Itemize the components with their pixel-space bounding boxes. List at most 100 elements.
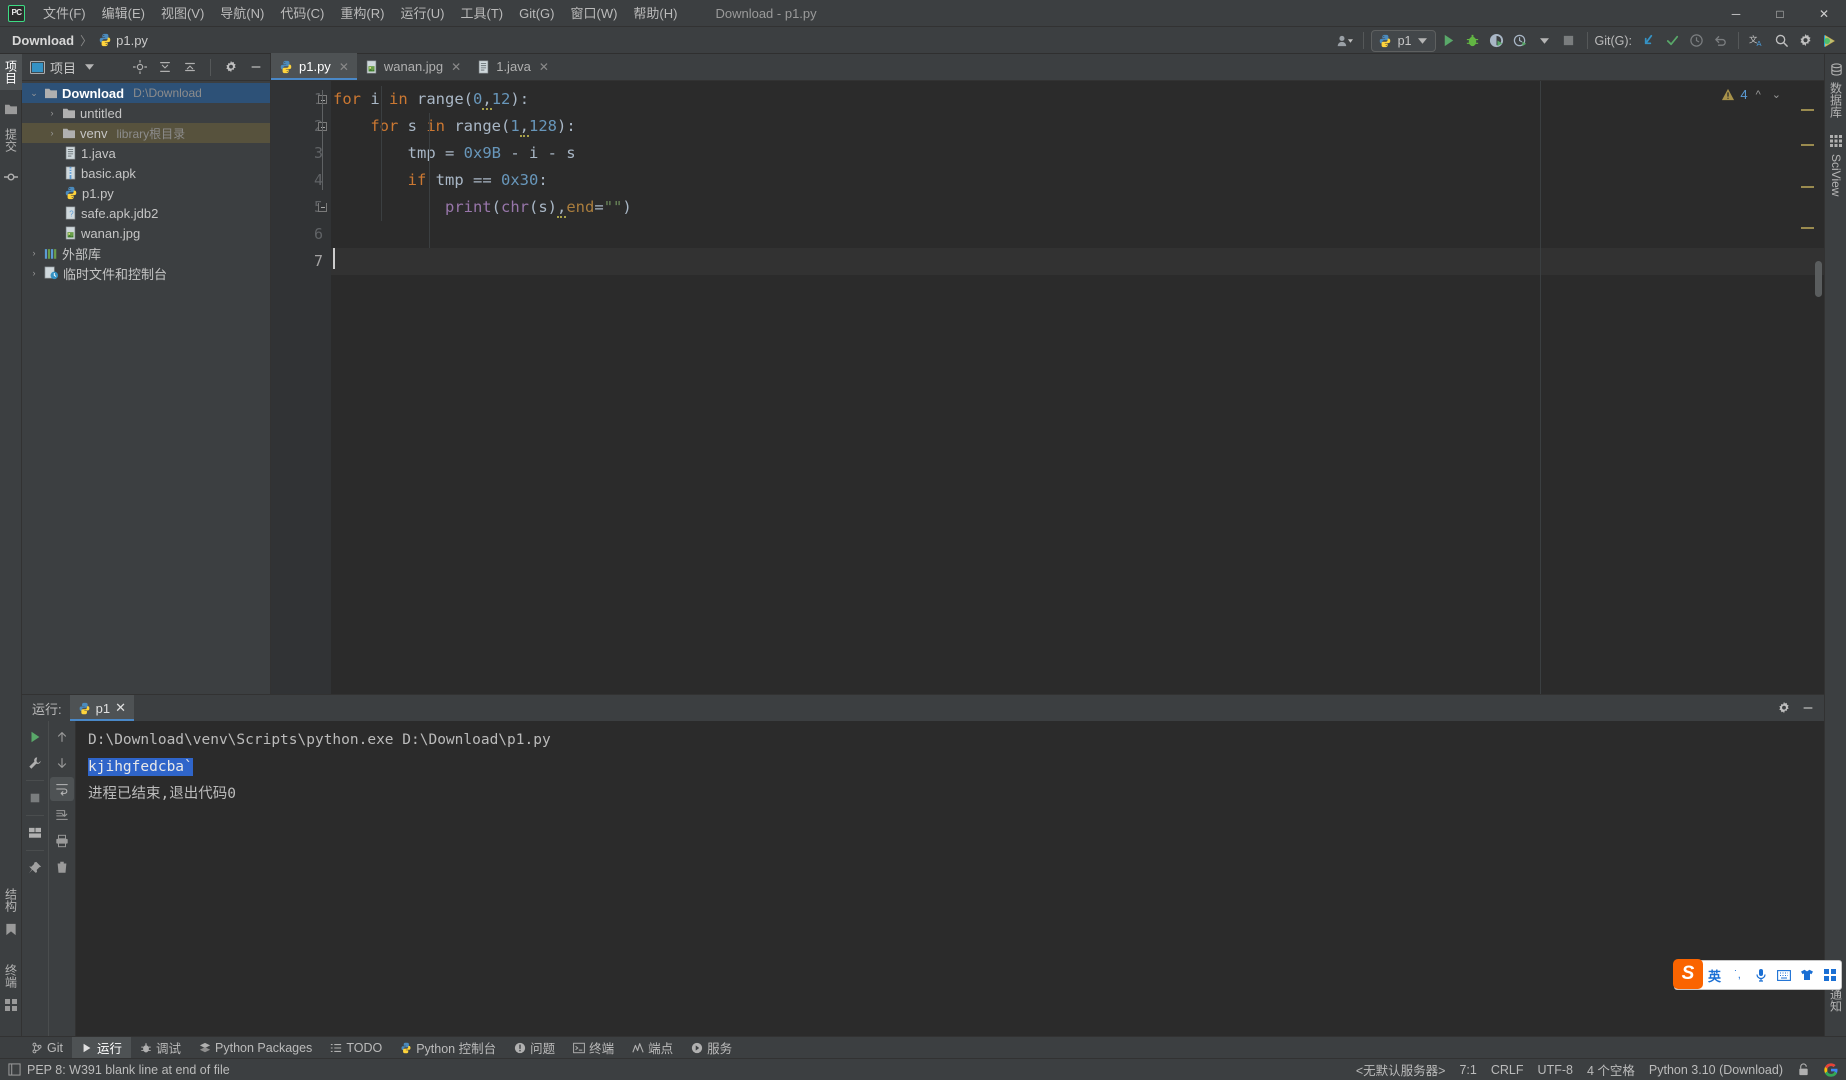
bottom-tab-services[interactable]: 服务	[682, 1037, 741, 1059]
code-line-1[interactable]: for i in range(0,12):	[331, 86, 1824, 113]
next-occurrence-button[interactable]	[50, 751, 74, 775]
chevron-right-icon[interactable]: ›	[28, 268, 40, 278]
chevron-right-icon[interactable]: ›	[46, 108, 58, 118]
tree-node-untitled[interactable]: › untitled	[22, 103, 270, 123]
run-button[interactable]	[1438, 30, 1460, 52]
console-selected-text[interactable]: kjihgfedcba`	[88, 758, 193, 776]
profile-dropdown-icon[interactable]	[1534, 30, 1556, 52]
editor-tab-p1py[interactable]: p1.py ✕	[271, 53, 357, 80]
sidebar-item-database[interactable]: 数据库	[1825, 76, 1846, 124]
run-tab-p1[interactable]: p1 ✕	[70, 695, 134, 721]
code-line-6[interactable]	[331, 221, 1824, 248]
print-button[interactable]	[50, 829, 74, 853]
mic-icon[interactable]	[1749, 961, 1772, 989]
breadcrumb-project[interactable]: Download	[12, 33, 74, 48]
settings-gear-icon[interactable]	[1794, 30, 1816, 52]
fold-end-icon[interactable]	[318, 203, 327, 212]
ime-language-toggle[interactable]: 英	[1703, 961, 1726, 989]
sogou-ime-bar[interactable]: S 英 ˙,	[1674, 960, 1842, 990]
sidebar-item-sciview[interactable]: SciView	[1825, 148, 1846, 202]
error-stripe-mark[interactable]	[1801, 227, 1814, 229]
editor-vertical-scrollbar[interactable]	[1815, 261, 1822, 297]
stop-process-button[interactable]	[23, 786, 47, 810]
maximize-button[interactable]: □	[1758, 0, 1802, 27]
tree-node-external-libraries[interactable]: › 外部库	[22, 243, 270, 263]
clear-all-button[interactable]	[50, 855, 74, 879]
user-account-icon[interactable]	[1333, 30, 1356, 52]
code-line-2[interactable]: for s in range(1,128):	[331, 113, 1824, 140]
editor-tab-wananjpg[interactable]: wanan.jpg ✕	[357, 53, 469, 80]
chevron-right-icon[interactable]: ›	[28, 248, 40, 258]
status-caret-position[interactable]: 7:1	[1459, 1063, 1476, 1077]
previous-occurrence-button[interactable]	[50, 725, 74, 749]
error-stripe-mark[interactable]	[1801, 186, 1814, 188]
status-line-separator[interactable]: CRLF	[1491, 1063, 1524, 1077]
close-button[interactable]: ✕	[1802, 0, 1846, 27]
bookmarks-folder-icon[interactable]	[0, 98, 22, 120]
tree-node-p1py[interactable]: p1.py	[22, 183, 270, 203]
code-text-area[interactable]: for i in range(0,12): for s in range(1,1…	[331, 81, 1824, 694]
sidebar-item-structure[interactable]: 结构	[0, 882, 22, 918]
stop-button[interactable]	[1558, 30, 1580, 52]
sidebar-item-project[interactable]: 项目	[0, 54, 22, 90]
services-grid-icon[interactable]	[0, 994, 22, 1016]
error-stripe-mark[interactable]	[1801, 144, 1814, 146]
tree-node-scratches[interactable]: › 临时文件和控制台	[22, 263, 270, 283]
menu-edit[interactable]: 编辑(E)	[94, 0, 153, 27]
run-configuration-selector[interactable]: p1	[1371, 30, 1436, 52]
chevron-down-icon[interactable]: ⌄	[1769, 88, 1784, 101]
code-line-3[interactable]: tmp = 0x9B - i - s	[331, 140, 1824, 167]
menu-file[interactable]: 文件(F)	[35, 0, 94, 27]
bottom-tab-git[interactable]: Git	[22, 1037, 72, 1059]
error-stripe-markers[interactable]	[1800, 81, 1814, 694]
lock-icon[interactable]	[1797, 1063, 1810, 1077]
commit-icon[interactable]	[0, 166, 22, 188]
bottom-tab-todo[interactable]: TODO	[321, 1037, 391, 1059]
menu-git[interactable]: Git(G)	[511, 0, 562, 27]
edit-configuration-button[interactable]	[23, 751, 47, 775]
run-settings-gear-icon[interactable]	[1774, 698, 1794, 718]
status-server[interactable]: <无默认服务器>	[1356, 1060, 1446, 1079]
sidebar-item-terminal[interactable]: 终端	[0, 958, 22, 994]
git-update-icon[interactable]	[1637, 30, 1659, 52]
close-icon[interactable]: ✕	[339, 60, 349, 74]
close-icon[interactable]: ✕	[539, 60, 549, 74]
menu-refactor[interactable]: 重构(R)	[332, 0, 392, 27]
menu-tools[interactable]: 工具(T)	[452, 0, 511, 27]
minimize-button[interactable]: ─	[1714, 0, 1758, 27]
tree-node-venv[interactable]: › venv library根目录	[22, 123, 270, 143]
bottom-tab-run[interactable]: 运行	[72, 1037, 131, 1059]
layout-settings-button[interactable]	[23, 821, 47, 845]
menu-code[interactable]: 代码(C)	[272, 0, 332, 27]
scroll-to-end-button[interactable]	[50, 803, 74, 827]
chevron-down-icon[interactable]: ⌄	[28, 88, 40, 99]
console-output[interactable]: D:\Download\venv\Scripts\python.exe D:\D…	[76, 721, 1824, 1036]
git-history-icon[interactable]	[1685, 30, 1707, 52]
project-settings-gear-icon[interactable]	[221, 57, 241, 77]
bottom-tab-debug[interactable]: 调试	[131, 1037, 190, 1059]
tree-node-1java[interactable]: 1.java	[22, 143, 270, 163]
expand-all-icon[interactable]	[155, 57, 175, 77]
project-dropdown-icon[interactable]	[85, 64, 94, 70]
keyboard-icon[interactable]	[1772, 961, 1795, 989]
bottom-tab-python-console[interactable]: Python 控制台	[391, 1037, 505, 1059]
status-encoding[interactable]: UTF-8	[1538, 1063, 1573, 1077]
chevron-right-icon[interactable]: ›	[46, 128, 58, 138]
code-editor[interactable]: 1 2 3 4 5 6 7 for i in range(0,12):	[271, 81, 1824, 694]
git-rollback-icon[interactable]	[1709, 30, 1731, 52]
git-commit-icon[interactable]	[1661, 30, 1683, 52]
soft-wrap-button[interactable]	[50, 777, 74, 801]
menu-view[interactable]: 视图(V)	[153, 0, 212, 27]
menu-navigate[interactable]: 导航(N)	[212, 0, 272, 27]
sogou-logo-icon[interactable]: S	[1673, 959, 1703, 989]
hide-panel-icon[interactable]	[246, 57, 266, 77]
bottom-tab-problems[interactable]: 问题	[505, 1037, 564, 1059]
run-with-coverage-button[interactable]	[1486, 30, 1508, 52]
search-icon[interactable]	[1770, 30, 1792, 52]
profile-button[interactable]	[1510, 30, 1532, 52]
skin-icon[interactable]	[1795, 961, 1818, 989]
menu-help[interactable]: 帮助(H)	[625, 0, 685, 27]
translate-icon[interactable]: 文 A	[1746, 30, 1768, 52]
code-line-5[interactable]: print(chr(s),end="")	[331, 194, 1824, 221]
error-stripe-mark[interactable]	[1801, 109, 1814, 111]
